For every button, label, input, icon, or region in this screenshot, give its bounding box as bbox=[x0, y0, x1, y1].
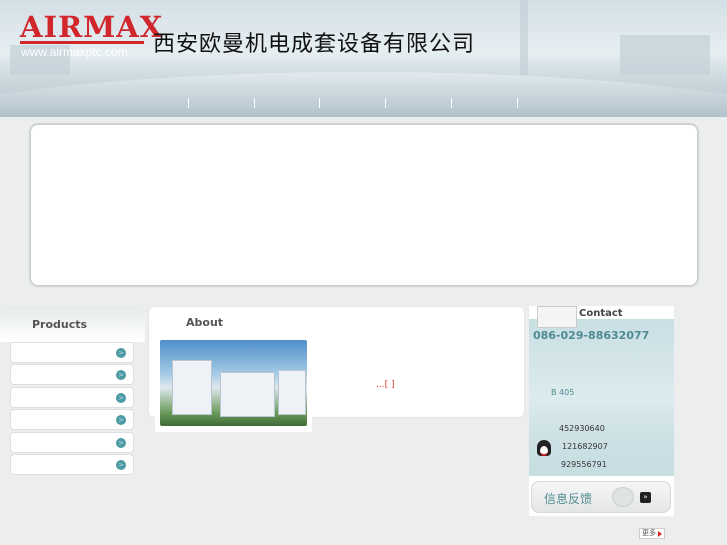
double-chevron-icon: » bbox=[640, 492, 651, 503]
company-building-image bbox=[160, 340, 307, 426]
header-arc bbox=[0, 72, 727, 117]
qq-number[interactable]: 929556791 bbox=[561, 460, 607, 469]
nav-separator bbox=[517, 98, 518, 108]
nav-separator bbox=[319, 98, 320, 108]
product-item[interactable]: > bbox=[10, 409, 134, 430]
nav-separator bbox=[188, 98, 189, 108]
arrow-icon: > bbox=[116, 415, 126, 425]
products-panel: Products > > > > > > bbox=[0, 306, 145, 478]
header: AIRMAX www.airmaxptc.com 西安欧曼机电成套设备有限公司 bbox=[0, 0, 727, 117]
nav-separator bbox=[254, 98, 255, 108]
feedback-button[interactable]: 信息反馈 » bbox=[531, 481, 671, 513]
contact-title: Contact bbox=[579, 308, 623, 319]
qq-penguin-icon bbox=[537, 440, 551, 456]
about-more-link[interactable]: ...[ ] bbox=[376, 380, 394, 390]
banner-panel bbox=[30, 124, 698, 286]
product-item[interactable]: > bbox=[10, 364, 134, 385]
feedback-label: 信息反馈 bbox=[544, 492, 593, 506]
contact-phone: 086-029-88632077 bbox=[533, 329, 650, 342]
envelope-icon bbox=[537, 306, 577, 328]
qq-number[interactable]: 121682907 bbox=[562, 442, 608, 451]
arrow-icon: > bbox=[116, 438, 126, 448]
product-item[interactable]: > bbox=[10, 432, 134, 453]
qq-number[interactable]: 452930640 bbox=[559, 424, 605, 433]
product-item[interactable]: > bbox=[10, 454, 134, 475]
nav-separator bbox=[385, 98, 386, 108]
site-url: www.airmaxptc.com bbox=[21, 45, 128, 59]
product-item[interactable]: > bbox=[10, 387, 134, 408]
arrow-icon: > bbox=[116, 370, 126, 380]
arrow-icon: > bbox=[116, 348, 126, 358]
logo[interactable]: AIRMAX bbox=[20, 10, 163, 44]
contact-address: B 405 bbox=[551, 388, 575, 397]
people-icon bbox=[612, 487, 634, 507]
arrow-icon: > bbox=[116, 460, 126, 470]
nav-separator bbox=[451, 98, 452, 108]
about-title: About bbox=[186, 316, 224, 329]
arrow-icon: > bbox=[116, 393, 126, 403]
logo-underline bbox=[20, 41, 144, 44]
company-name: 西安欧曼机电成套设备有限公司 bbox=[153, 32, 476, 57]
products-title: Products bbox=[0, 306, 145, 342]
product-item[interactable]: > bbox=[10, 342, 134, 363]
company-photo-frame bbox=[155, 336, 312, 432]
more-button[interactable]: 更多 bbox=[639, 528, 665, 539]
contact-panel: Contact 086-029-88632077 B 405 452930640… bbox=[529, 306, 674, 516]
